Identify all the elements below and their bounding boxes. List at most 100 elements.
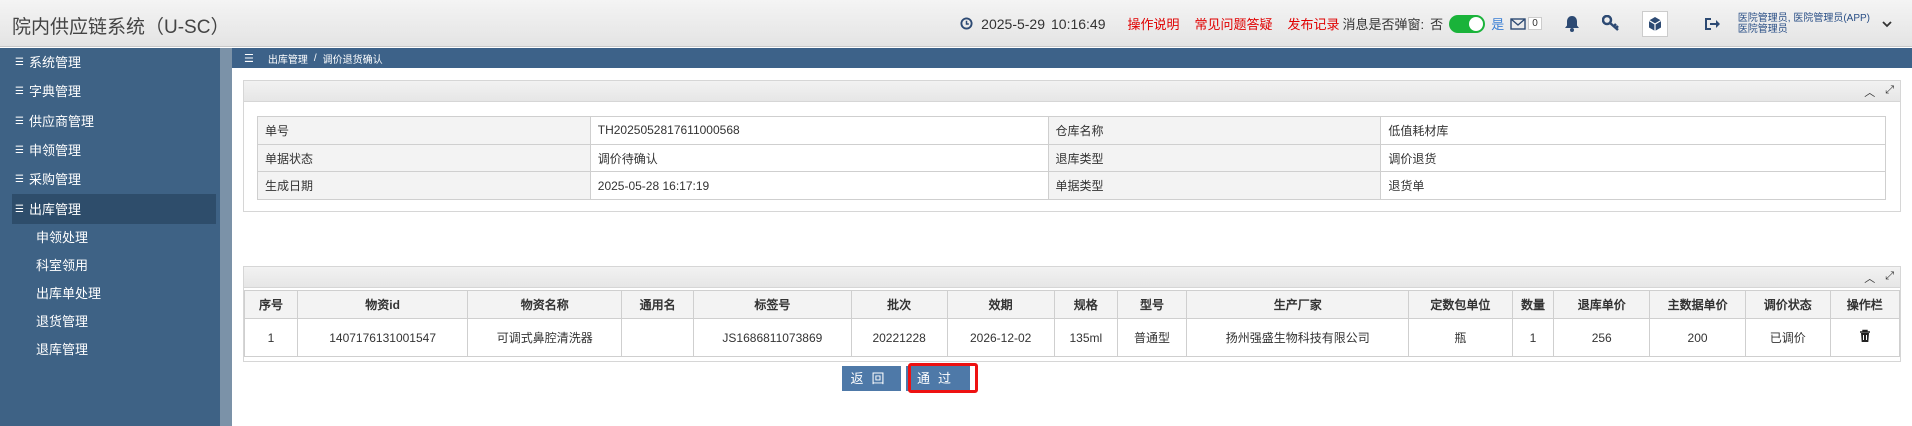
cell-quantity: 1 xyxy=(1511,318,1555,357)
column-header[interactable]: 退库单价 xyxy=(1553,290,1651,319)
sidebar-item-dictionary[interactable]: ☰ 字典管理 xyxy=(12,77,216,106)
column-header[interactable]: 效期 xyxy=(946,290,1055,319)
cell-spec: 135ml xyxy=(1053,318,1118,357)
column-header[interactable]: 型号 xyxy=(1116,290,1188,319)
list-icon: ☰ xyxy=(15,174,24,186)
panel-header: ︿ ⤢ xyxy=(244,81,1900,102)
cell-master-price: 200 xyxy=(1649,318,1746,357)
sidebar-item-supplier[interactable]: ☰ 供应商管理 xyxy=(12,107,216,136)
order-info-panel: ︿ ⤢ 单号 TH2025052817611000568 仓库名称 低值耗材库 … xyxy=(243,80,1901,212)
expand-icon[interactable]: ⤢ xyxy=(1885,84,1894,100)
user-name: 医院管理员 xyxy=(1737,23,1788,35)
column-header[interactable]: 序号 xyxy=(244,290,298,319)
sidebar-item-label: 申领管理 xyxy=(29,143,82,159)
cell-material-name: 可调式鼻腔清洗器 xyxy=(467,318,623,357)
popup-toggle[interactable] xyxy=(1449,14,1486,33)
mail-button[interactable]: 0 xyxy=(1510,17,1542,30)
column-header[interactable]: 物资id xyxy=(296,290,469,319)
mail-count: 0 xyxy=(1528,17,1542,30)
user-info[interactable]: 医院管理员, 医院管理员(APP) 医院管理员 xyxy=(1738,13,1870,35)
order-info-table: 单号 TH2025052817611000568 仓库名称 低值耗材库 单据状态… xyxy=(257,116,1886,201)
warehouse-value: 低值耗材库 xyxy=(1380,116,1886,145)
bell-icon xyxy=(1564,16,1579,32)
collapse-icon[interactable]: ︿ xyxy=(1864,84,1875,100)
order-no-label: 单号 xyxy=(257,116,591,145)
order-status-label: 单据状态 xyxy=(257,143,591,173)
key-icon xyxy=(1601,15,1619,31)
warehouse-label: 仓库名称 xyxy=(1047,116,1382,145)
return-type-label: 退库类型 xyxy=(1047,143,1382,173)
menu-toggle-icon[interactable]: ☰ xyxy=(244,52,254,65)
cube-button[interactable] xyxy=(1641,10,1668,37)
sidebar-item-label: 采购管理 xyxy=(29,172,82,188)
popup-label: 消息是否弹窗: xyxy=(1342,17,1425,32)
main-content: ☰ 出库管理 / 调价退货确认 ︿ ⤢ 单号 TH202505281761100… xyxy=(232,48,1912,426)
order-no-value: TH2025052817611000568 xyxy=(589,116,1049,145)
panel-header: ︿ ⤢ xyxy=(244,267,1900,288)
column-header[interactable]: 规格 xyxy=(1053,290,1118,319)
column-header[interactable]: 定数包单位 xyxy=(1408,290,1513,319)
sidebar-item-requisition[interactable]: ☰ 申领管理 xyxy=(12,136,216,165)
sidebar-subitem-return-management[interactable]: 退货管理 xyxy=(12,308,216,336)
collapse-icon[interactable]: ︿ xyxy=(1864,270,1875,286)
bell-button[interactable] xyxy=(1564,15,1580,32)
cell-unit: 瓶 xyxy=(1408,318,1513,357)
cell-return-price: 256 xyxy=(1553,318,1651,357)
sidebar-item-label: 字典管理 xyxy=(29,84,82,100)
column-header[interactable]: 批次 xyxy=(850,290,948,319)
info-row: 生成日期 2025-05-28 16:17:19 单据类型 退货单 xyxy=(257,171,1886,201)
breadcrumb-parent[interactable]: 出库管理 xyxy=(268,51,308,66)
list-icon: ☰ xyxy=(15,86,24,98)
cell-batch: 20221228 xyxy=(850,318,948,357)
chevron-down-icon[interactable] xyxy=(1882,20,1892,28)
breadcrumb-separator: / xyxy=(313,52,317,64)
help-link[interactable]: 操作说明 xyxy=(1128,14,1180,33)
mail-icon xyxy=(1510,18,1526,30)
column-header[interactable]: 调价状态 xyxy=(1745,290,1831,319)
key-button[interactable] xyxy=(1601,15,1620,32)
column-header[interactable]: 操作栏 xyxy=(1829,290,1901,319)
user-roles: 医院管理员, 医院管理员(APP) xyxy=(1737,12,1870,24)
release-notes-link[interactable]: 发布记录 xyxy=(1288,14,1340,33)
sidebar-scrollbar[interactable] xyxy=(220,48,232,426)
logout-button[interactable] xyxy=(1704,17,1720,31)
sidebar-menu: ☰ 系统管理 ☰ 字典管理 ☰ 供应商管理 ☰ 申领管理 ☰ 采购管理 ☰ 出库管理 申领处… xyxy=(12,48,216,364)
column-header[interactable]: 标签号 xyxy=(693,290,852,319)
top-bar: 院内供应链系统（U-SC） 2025-5-29 10:16:49 操作说明 常见… xyxy=(0,0,1912,47)
column-header[interactable]: 数量 xyxy=(1511,290,1555,319)
column-header[interactable]: 通用名 xyxy=(621,290,695,319)
list-icon: ☰ xyxy=(15,57,24,69)
items-panel: ︿ ⤢ 序号 物资id 物资名称 通用名 标签号 批次 效期 规格 型号 生产厂… xyxy=(243,266,1901,362)
column-header[interactable]: 物资名称 xyxy=(467,290,623,319)
cell-index: 1 xyxy=(244,318,298,357)
clock-icon xyxy=(960,17,973,30)
sidebar-subitem-stock-return[interactable]: 退库管理 xyxy=(12,336,216,364)
created-date-value: 2025-05-28 16:17:19 xyxy=(589,171,1049,201)
list-icon: ☰ xyxy=(15,115,24,127)
table-row[interactable]: 1 1407176131001547 可调式鼻腔清洗器 JS1686811073… xyxy=(244,318,1901,357)
sidebar-subitem-outbound-order[interactable]: 出库单处理 xyxy=(12,280,216,308)
document-type-label: 单据类型 xyxy=(1047,171,1382,201)
back-button[interactable]: 返回 xyxy=(842,366,901,391)
table-header-row: 序号 物资id 物资名称 通用名 标签号 批次 效期 规格 型号 生产厂家 定数… xyxy=(244,290,1901,319)
cell-expiry: 2026-12-02 xyxy=(946,318,1055,357)
expand-icon[interactable]: ⤢ xyxy=(1885,270,1894,286)
sidebar-item-outbound[interactable]: ☰ 出库管理 xyxy=(12,194,216,224)
column-header[interactable]: 生产厂家 xyxy=(1186,290,1410,319)
faq-link[interactable]: 常见问题答疑 xyxy=(1195,14,1273,33)
trash-icon[interactable] xyxy=(1859,329,1871,343)
cell-adjust-status: 已调价 xyxy=(1745,318,1831,357)
cube-icon xyxy=(1648,16,1662,31)
list-icon: ☰ xyxy=(15,145,24,157)
sidebar-item-system[interactable]: ☰ 系统管理 xyxy=(12,48,216,77)
column-header[interactable]: 主数据单价 xyxy=(1649,290,1746,319)
clock: 2025-5-29 10:16:49 xyxy=(960,16,1111,32)
current-time: 10:16:49 xyxy=(1051,15,1106,32)
sidebar-subitem-requisition-processing[interactable]: 申领处理 xyxy=(12,224,216,252)
sidebar-item-purchase[interactable]: ☰ 采购管理 xyxy=(12,165,216,194)
sidebar-item-label: 供应商管理 xyxy=(29,113,95,129)
order-status-value: 调价待确认 xyxy=(589,143,1049,173)
cell-tag-no: JS1686811073869 xyxy=(693,318,852,357)
top-right-area: 2025-5-29 10:16:49 操作说明 常见问题答疑 发布记录 消息是否… xyxy=(960,0,1892,47)
sidebar-subitem-department-use[interactable]: 科室领用 xyxy=(12,252,216,280)
